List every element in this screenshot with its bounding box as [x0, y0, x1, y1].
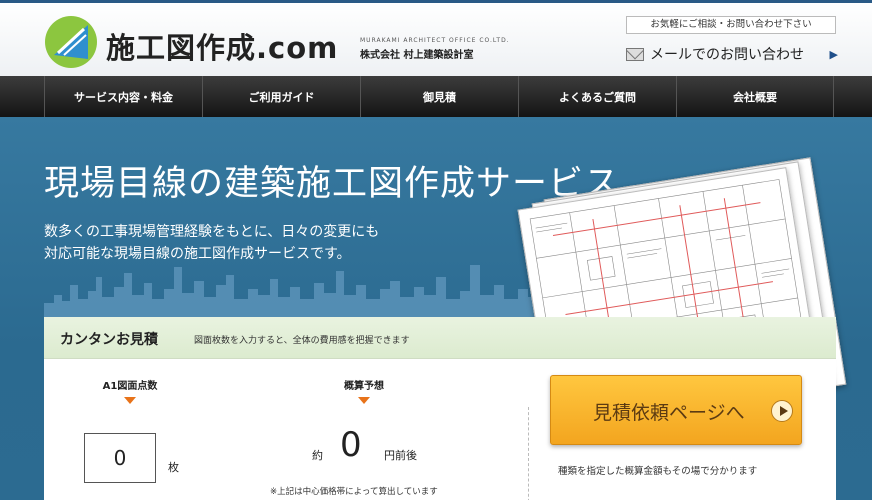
- nav-item-services[interactable]: サービス内容・料金: [44, 76, 202, 117]
- play-arrow-icon: [771, 400, 793, 422]
- estimate-request-label: 見積依頼ページへ: [593, 402, 745, 424]
- estimate-request-button[interactable]: 見積依頼ページへ: [550, 375, 802, 445]
- nav-item-faq[interactable]: よくあるご質問: [518, 76, 676, 117]
- arrow-down-icon: [124, 397, 136, 404]
- main-nav: サービス内容・料金 ご利用ガイド 御見積 よくあるご質問 会社概要: [0, 76, 872, 117]
- city-skyline-image: [44, 265, 574, 317]
- nav-item-estimate[interactable]: 御見積: [360, 76, 518, 117]
- mail-contact-label: メールでのお問い合わせ: [650, 47, 804, 63]
- contact-note: お気軽にご相談・お問い合わせ下さい: [626, 16, 836, 34]
- panel-divider: [528, 407, 529, 500]
- approx-estimate-label: 概算予想: [344, 381, 384, 392]
- drawing-count-input[interactable]: 0: [84, 433, 156, 483]
- hero-section: 現場目線の建築施工図作成サービス 数多くの工事現場管理経験をもとに、日々の変更に…: [0, 117, 872, 500]
- chevron-right-icon: ▶: [829, 47, 838, 61]
- estimate-request-subtext: 種類を指定した概算金額もその場で分かります: [558, 466, 758, 477]
- company-name-en: MURAKAMI ARCHITECT OFFICE CO.LTD.: [360, 37, 510, 44]
- approx-prefix-label: 約: [312, 449, 323, 462]
- logo-icon[interactable]: [44, 15, 98, 69]
- company-name-jp: 株式会社 村上建築設計室: [360, 50, 474, 61]
- nav-item-guide[interactable]: ご利用ガイド: [202, 76, 360, 117]
- estimate-note: 図面枚数を入力すると、全体の費用感を把握できます: [194, 336, 410, 346]
- estimate-title: カンタンお見積: [60, 332, 158, 348]
- drawing-count-label: A1図面点数: [102, 381, 158, 392]
- arrow-down-icon: [358, 397, 370, 404]
- estimate-footnote: ※上記は中心価格帯によって算出しています: [270, 487, 438, 497]
- nav-item-company[interactable]: 会社概要: [676, 76, 834, 117]
- count-unit-label: 枚: [168, 461, 179, 474]
- mail-contact-link[interactable]: メールでのお問い合わせ ▶: [626, 43, 838, 65]
- estimate-panel-header: カンタンお見積 図面枚数を入力すると、全体の費用感を把握できます: [44, 317, 836, 359]
- site-logo-text[interactable]: 施工図作成.com: [106, 25, 338, 67]
- hero-desc-line-1: 数多くの工事現場管理経験をもとに、日々の変更にも: [44, 224, 380, 240]
- estimate-panel: カンタンお見積 図面枚数を入力すると、全体の費用感を把握できます A1図面点数 …: [44, 317, 836, 500]
- hero-title: 現場目線の建築施工図作成サービス: [44, 164, 621, 204]
- approx-unit-label: 円前後: [384, 449, 417, 462]
- mail-icon: [626, 47, 644, 61]
- site-header: 施工図作成.com MURAKAMI ARCHITECT OFFICE CO.L…: [0, 0, 872, 76]
- approx-cost-value: 0: [340, 425, 362, 465]
